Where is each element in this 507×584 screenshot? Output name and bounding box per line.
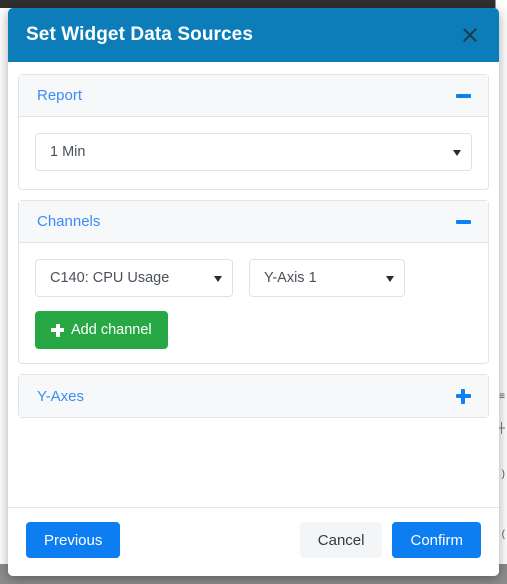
backdrop-glyph: ≡ [499,391,505,402]
footer-actions: Cancel Confirm [299,522,481,558]
panel-y-axes-header[interactable]: Y-Axes [19,375,488,417]
minus-icon[interactable] [454,213,472,231]
backdrop-top-band [0,0,507,8]
channel-row: C140: CPU Usage Y-Axis 1 [35,259,472,297]
dialog-header: Set Widget Data Sources [8,8,499,62]
panel-channels-title: Channels [37,213,101,230]
report-interval-select[interactable]: 1 Min [35,133,472,171]
panel-y-axes: Y-Axes [18,374,489,418]
set-widget-data-sources-dialog: Set Widget Data Sources Report 1 Min Cha… [8,8,499,576]
dialog-body: Report 1 Min Channels C140: CPU Usage Y-… [8,62,499,507]
previous-button[interactable]: Previous [26,522,121,558]
panel-channels: Channels C140: CPU Usage Y-Axis 1 Add ch… [18,200,489,364]
add-channel-button[interactable]: Add channel [35,311,168,349]
dialog-footer: Previous Cancel Confirm [8,507,499,576]
dialog-title: Set Widget Data Sources [26,24,254,45]
confirm-button[interactable]: Confirm [392,522,481,558]
channel-select[interactable]: C140: CPU Usage [35,259,233,297]
panel-report-body: 1 Min [19,117,488,189]
panel-channels-body: C140: CPU Usage Y-Axis 1 Add channel [19,243,488,363]
backdrop-glyph: ) [501,469,505,480]
plus-icon[interactable] [454,387,472,405]
caret-down-icon [214,276,222,282]
panel-channels-header[interactable]: Channels [19,201,488,243]
panel-y-axes-title: Y-Axes [37,387,84,405]
report-interval-value: 1 Min [50,144,86,160]
caret-down-icon [386,276,394,282]
add-channel-label: Add channel [71,321,152,338]
plus-icon [51,323,64,337]
channel-select-value: C140: CPU Usage [50,270,170,286]
backdrop-glyph: ( [501,529,505,540]
panel-report-header[interactable]: Report [19,75,488,117]
panel-report: Report 1 Min [18,74,489,190]
cancel-button[interactable]: Cancel [299,522,383,558]
channel-yaxis-select[interactable]: Y-Axis 1 [249,259,405,297]
close-icon[interactable] [457,22,483,48]
panel-report-title: Report [37,87,83,104]
channel-yaxis-value: Y-Axis 1 [264,270,317,286]
minus-icon[interactable] [454,87,472,105]
caret-down-icon [453,150,461,156]
